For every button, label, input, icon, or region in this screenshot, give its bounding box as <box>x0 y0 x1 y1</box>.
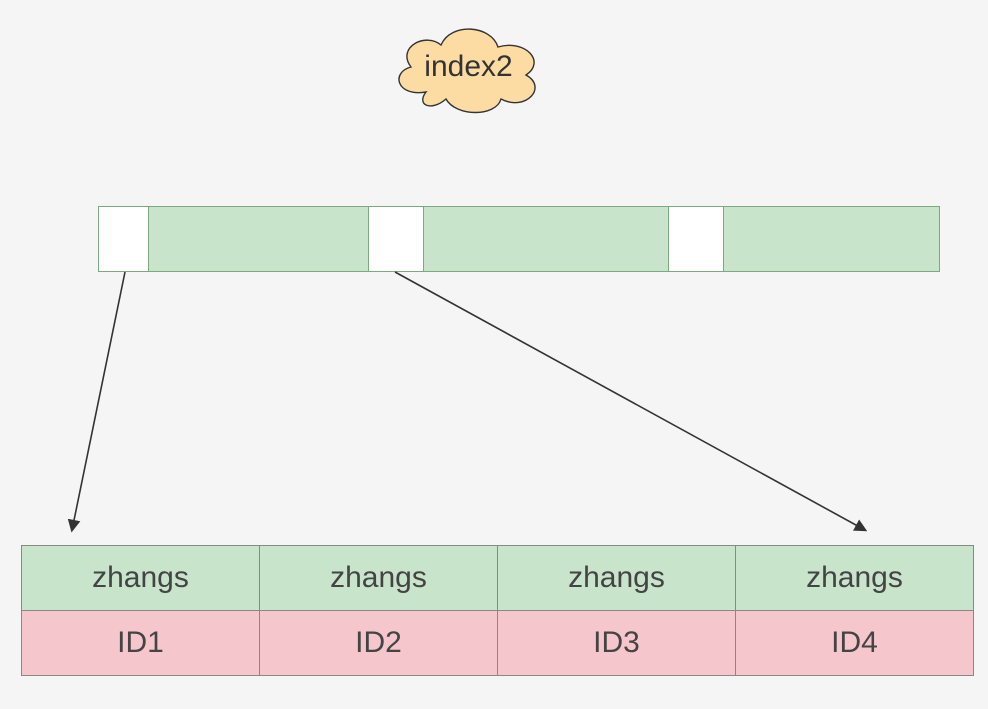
pointer-slot <box>369 207 424 271</box>
key-slot <box>149 207 369 271</box>
diagram-stage: { "cloud": { "label": "index2" }, "bar":… <box>0 0 988 709</box>
table-row: zhangs zhangs zhangs zhangs <box>22 546 974 611</box>
id-cell: ID1 <box>22 611 260 676</box>
pointer-slot <box>669 207 724 271</box>
table-row: ID1 ID2 ID3 ID4 <box>22 611 974 676</box>
id-cell: ID3 <box>498 611 736 676</box>
name-cell: zhangs <box>260 546 498 611</box>
leaf-table: zhangs zhangs zhangs zhangs ID1 ID2 ID3 … <box>21 545 974 676</box>
name-cell: zhangs <box>22 546 260 611</box>
name-cell: zhangs <box>736 546 974 611</box>
key-slot <box>424 207 669 271</box>
cloud-icon <box>386 17 551 117</box>
id-cell: ID2 <box>260 611 498 676</box>
key-slot <box>724 207 939 271</box>
arrow-right <box>395 272 865 530</box>
arrow-left <box>72 272 125 530</box>
index-cloud: index2 <box>386 17 551 117</box>
name-cell: zhangs <box>498 546 736 611</box>
id-cell: ID4 <box>736 611 974 676</box>
pointer-slot <box>99 207 149 271</box>
btree-node <box>98 206 940 272</box>
